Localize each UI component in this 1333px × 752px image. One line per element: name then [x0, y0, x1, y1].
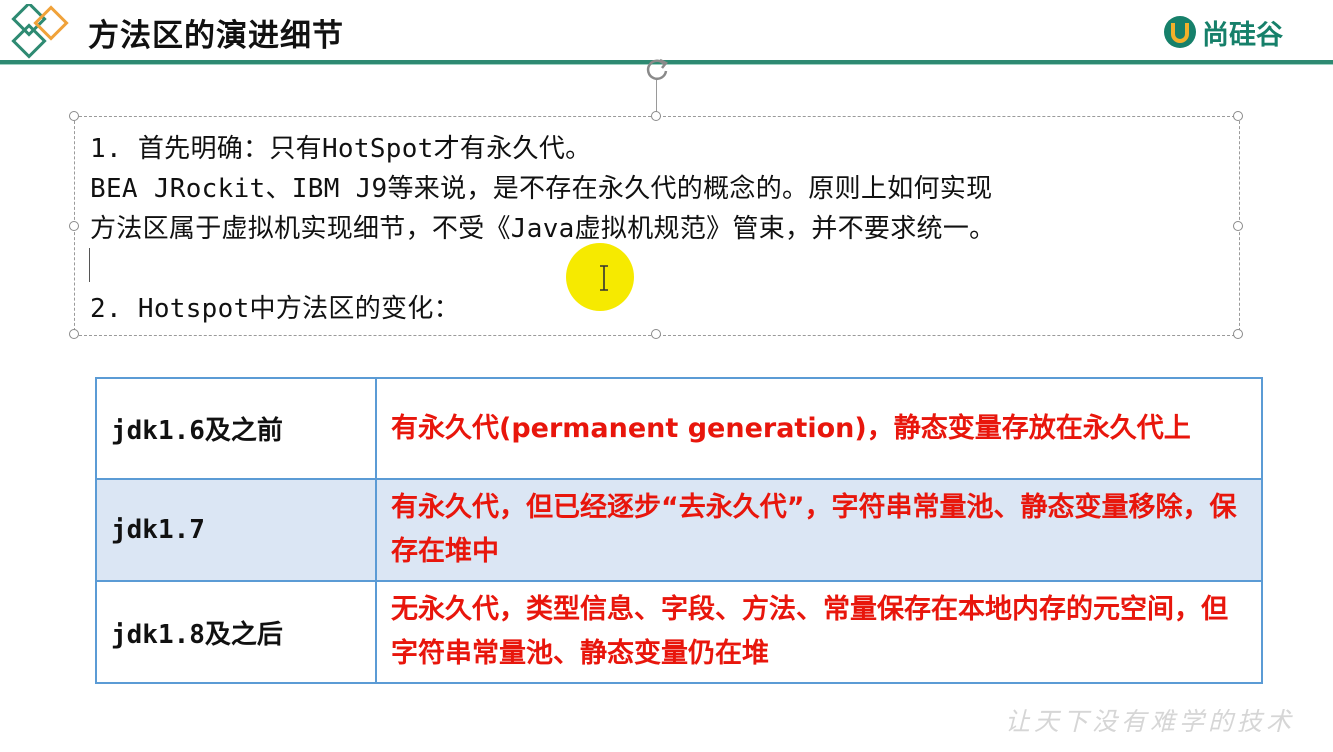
resize-handle-bottom-right[interactable]: [1233, 329, 1243, 339]
text-line-1[interactable]: 1. 首先明确：只有HotSpot才有永久代。: [90, 128, 591, 165]
table-row: jdk1.7 有永久代，但已经逐步“去永久代”，字符串常量池、静态变量移除，保存…: [95, 478, 1263, 582]
table-row: jdk1.6及之前 有永久代(permanent generation)，静态变…: [95, 377, 1263, 480]
resize-handle-top[interactable]: [651, 111, 661, 121]
resize-handle-top-right[interactable]: [1233, 111, 1243, 121]
rotate-handle-icon[interactable]: [642, 54, 672, 84]
brand-u-icon: [1164, 16, 1196, 48]
ibeam-cursor-icon: [600, 265, 608, 291]
text-line-3[interactable]: 方法区属于虚拟机实现细节，不受《Java虚拟机规范》管束，并不要求统一。: [90, 208, 995, 245]
version-cell[interactable]: jdk1.6及之前: [95, 377, 377, 480]
brand-name: 尚硅谷: [1202, 19, 1283, 51]
table-row: jdk1.8及之后 无永久代，类型信息、字段、方法、常量保存在本地内存的元空间，…: [95, 580, 1263, 684]
resize-handle-bottom[interactable]: [651, 329, 661, 339]
slide-header: 方法区的演进细节 尚硅谷: [0, 0, 1333, 62]
diamond-logo-icon: [11, 4, 69, 59]
version-cell[interactable]: jdk1.8及之后: [95, 580, 377, 684]
text-line-2[interactable]: BEA JRockit、IBM J9等来说，是不存在永久代的概念的。原则上如何实…: [90, 168, 992, 205]
version-cell[interactable]: jdk1.7: [95, 478, 377, 582]
resize-handle-right[interactable]: [1233, 221, 1243, 231]
description-cell[interactable]: 有永久代(permanent generation)，静态变量存放在永久代上: [375, 377, 1263, 480]
footer-watermark: 让天下没有难学的技术: [1005, 707, 1296, 736]
resize-handle-left[interactable]: [69, 221, 79, 231]
jdk-evolution-table: jdk1.6及之前 有永久代(permanent generation)，静态变…: [95, 377, 1263, 684]
resize-handle-bottom-left[interactable]: [69, 329, 79, 339]
text-line-5[interactable]: 2. Hotspot中方法区的变化：: [90, 288, 460, 325]
description-cell[interactable]: 无永久代，类型信息、字段、方法、常量保存在本地内存的元空间，但字符串常量池、静态…: [375, 580, 1263, 684]
description-cell[interactable]: 有永久代，但已经逐步“去永久代”，字符串常量池、静态变量移除，保存在堆中: [375, 478, 1263, 582]
brand-logo: 尚硅谷: [1162, 14, 1283, 51]
text-caret: [89, 248, 90, 282]
slide-title: 方法区的演进细节: [88, 18, 344, 54]
resize-handle-top-left[interactable]: [69, 111, 79, 121]
